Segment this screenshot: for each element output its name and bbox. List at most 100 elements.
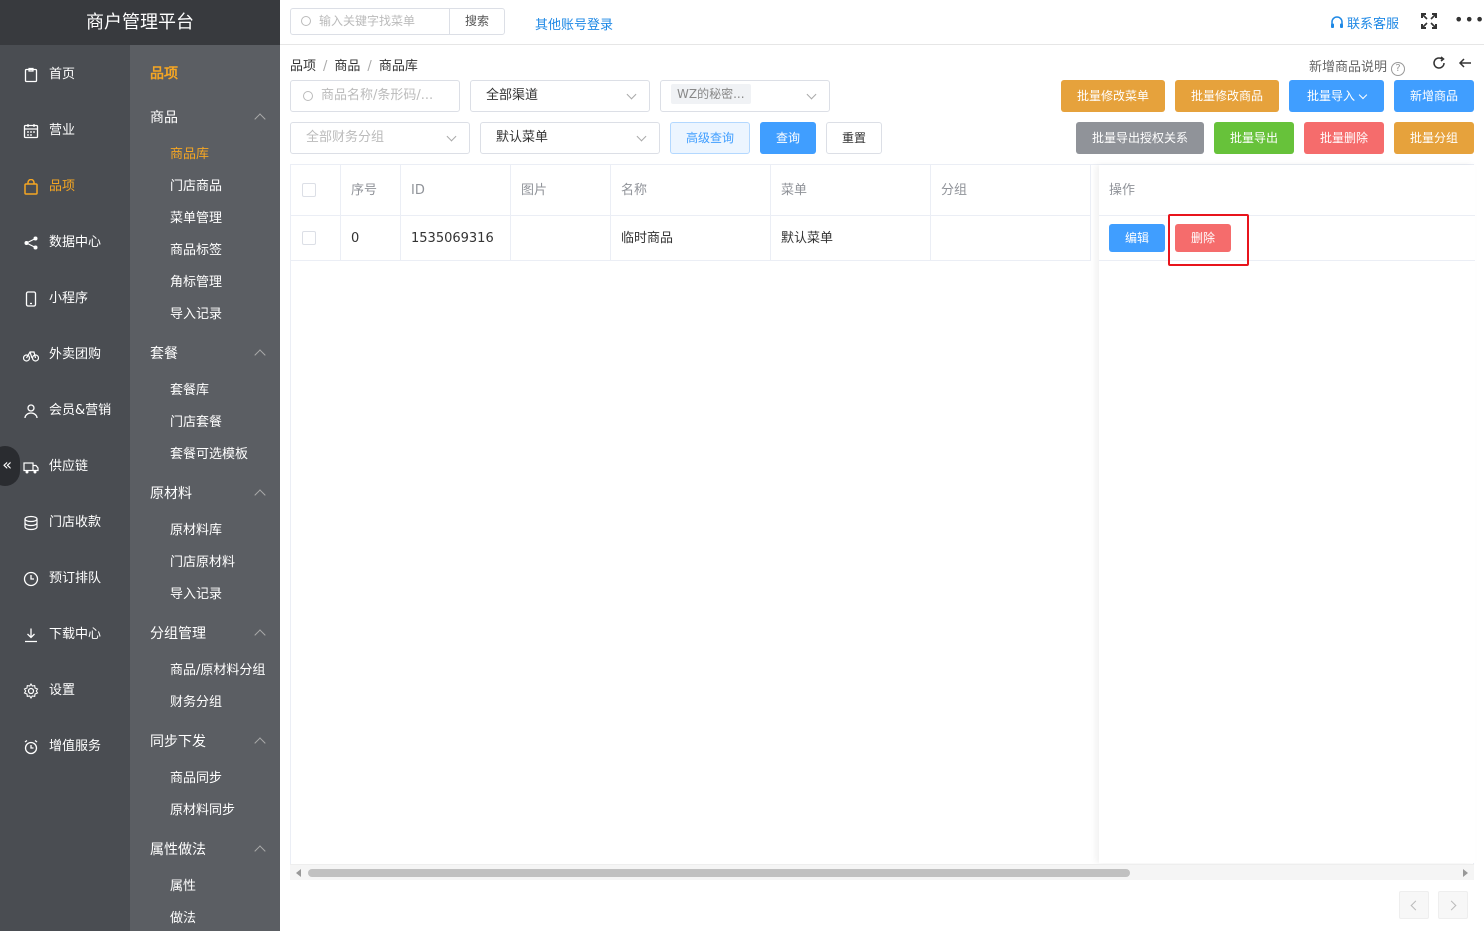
bike-icon (23, 347, 39, 363)
fullscreen-icon[interactable] (1420, 12, 1438, 30)
add-goods-help-link[interactable]: 新增商品说明? (1309, 56, 1406, 76)
column-header-name: 名称 (611, 165, 771, 216)
chevron-up-icon[interactable] (254, 113, 266, 125)
finance-group-select[interactable]: 全部财务分组 (290, 122, 470, 154)
nav-item-5[interactable]: 外卖团购 (0, 327, 130, 383)
app-root: 商户管理平台 首页 营业 品项 数据中心 小程序 外卖团购 会员&营销 供应链 门店收款 预订排队… (0, 0, 1484, 931)
row-checkbox[interactable] (302, 231, 316, 245)
subnav-item[interactable]: 导入记录 (170, 303, 222, 322)
table-horizontal-scrollbar[interactable] (290, 864, 1474, 880)
nav-item-1[interactable]: 营业 (0, 103, 130, 159)
query-button[interactable]: 查询 (760, 122, 816, 154)
subnav-item[interactable]: 导入记录 (170, 583, 222, 602)
reset-button[interactable]: 重置 (826, 122, 882, 154)
goods-table: 序号 ID 图片 名称 菜单 分组 0 1535069316 临时商品 默认菜单… (290, 164, 1475, 880)
add-goods-help-label: 新增商品说明 (1309, 60, 1388, 75)
chevron-up-icon[interactable] (254, 349, 266, 361)
download-icon (23, 627, 39, 643)
advanced-query-button[interactable]: 高级查询 (670, 122, 750, 154)
subnav-item[interactable]: 原材料同步 (170, 799, 235, 818)
primary-sidebar: 首页 营业 品项 数据中心 小程序 外卖团购 会员&营销 供应链 门店收款 预订排队 下载中心 设置增… (0, 45, 130, 931)
truck-icon (23, 459, 39, 475)
subnav-group-3[interactable]: 分组管理 (150, 623, 206, 643)
scroll-right-arrow-icon[interactable] (1463, 869, 1468, 877)
select-all-checkbox[interactable] (302, 183, 316, 197)
batch-edit-goods-button[interactable]: 批量修改商品 (1175, 80, 1279, 112)
subnav-item[interactable]: 门店套餐 (170, 411, 222, 430)
subnav-group-1[interactable]: 套餐 (150, 343, 178, 363)
channel-select-value: 全部渠道 (486, 88, 539, 103)
contact-support-label: 联系客服 (1347, 17, 1400, 32)
chevron-up-icon[interactable] (254, 737, 266, 749)
subnav-group-4[interactable]: 同步下发 (150, 731, 206, 751)
nav-item-9[interactable]: 预订排队 (0, 551, 130, 607)
search-icon (303, 91, 313, 101)
nav-item-12[interactable]: 增值服务 (0, 719, 130, 775)
subnav-item[interactable]: 菜单管理 (170, 207, 222, 226)
next-page-button[interactable] (1438, 891, 1468, 919)
subnav-item[interactable]: 套餐库 (170, 379, 209, 398)
channel-select[interactable]: 全部渠道 (470, 80, 650, 112)
help-circle-icon: ? (1391, 62, 1406, 76)
nav-item-3[interactable]: 数据中心 (0, 215, 130, 271)
nav-item-6[interactable]: 会员&营销 (0, 383, 130, 439)
contact-support-link[interactable]: 联系客服 (1330, 13, 1399, 32)
menu-select[interactable]: 默认菜单 (480, 122, 660, 154)
scrollbar-thumb[interactable] (308, 869, 1130, 877)
collapse-sidebar-button[interactable]: « (0, 446, 20, 486)
breadcrumb-item[interactable]: 品项 (290, 59, 316, 74)
subnav-item[interactable]: 角标管理 (170, 271, 222, 290)
batch-delete-button[interactable]: 批量删除 (1304, 122, 1384, 154)
batch-export-button[interactable]: 批量导出 (1214, 122, 1294, 154)
batch-import-button[interactable]: 批量导入 (1289, 80, 1384, 112)
edit-button[interactable]: 编辑 (1109, 224, 1165, 252)
add-goods-button[interactable]: 新增商品 (1394, 80, 1474, 112)
nav-item-0[interactable]: 首页 (0, 47, 130, 103)
column-header-index: 序号 (341, 165, 401, 216)
subnav-item[interactable]: 商品同步 (170, 767, 222, 786)
subnav-item[interactable]: 商品标签 (170, 239, 222, 258)
coins-icon (23, 515, 39, 531)
subnav-item[interactable]: 属性 (170, 875, 196, 894)
nav-item-2[interactable]: 品项 (0, 159, 130, 215)
chevron-up-icon[interactable] (254, 489, 266, 501)
gear-icon (23, 683, 39, 699)
subnav-item[interactable]: 门店商品 (170, 175, 222, 194)
nav-item-11[interactable]: 设置 (0, 663, 130, 719)
nav-item-10[interactable]: 下载中心 (0, 607, 130, 663)
scroll-left-arrow-icon[interactable] (296, 869, 301, 877)
chevron-up-icon[interactable] (254, 845, 266, 857)
table-row-actions: 编辑 删除 (1099, 216, 1475, 261)
breadcrumb-item[interactable]: 商品 (334, 59, 360, 74)
chevron-up-icon[interactable] (254, 629, 266, 641)
shopping-bag-icon (23, 179, 39, 195)
batch-edit-menu-button[interactable]: 批量修改菜单 (1061, 80, 1165, 112)
subnav-item[interactable]: 商品/原材料分组 (170, 659, 265, 678)
store-select[interactable]: WZ的秘密... (660, 80, 830, 112)
nav-item-4[interactable]: 小程序 (0, 271, 130, 327)
subnav-group-2[interactable]: 原材料 (150, 483, 192, 503)
subnav-group-5[interactable]: 属性做法 (150, 839, 206, 859)
cell-menu: 默认菜单 (771, 216, 931, 261)
subnav-item[interactable]: 商品库 (170, 143, 209, 162)
more-options-icon[interactable]: ••• (1454, 10, 1484, 29)
menu-search-input[interactable]: 输入关键字找菜单 (290, 8, 450, 35)
prev-page-button[interactable] (1399, 891, 1429, 919)
subnav-item[interactable]: 原材料库 (170, 519, 222, 538)
subnav-item[interactable]: 做法 (170, 907, 196, 926)
menu-search-button[interactable]: 搜索 (449, 8, 505, 35)
subnav-item[interactable]: 门店原材料 (170, 551, 235, 570)
secondary-sidebar-title: 品项 (150, 66, 178, 82)
subnav-item[interactable]: 财务分组 (170, 691, 222, 710)
refresh-icon[interactable] (1432, 56, 1446, 70)
back-arrow-icon[interactable] (1458, 56, 1472, 70)
nav-item-label: 增值服务 (49, 739, 102, 754)
subnav-item[interactable]: 套餐可选模板 (170, 443, 248, 462)
cell-group (931, 216, 1091, 261)
other-account-login-link[interactable]: 其他账号登录 (535, 14, 613, 33)
batch-export-auth-button[interactable]: 批量导出授权关系 (1076, 122, 1204, 154)
goods-name-search-input[interactable]: 商品名称/条形码/... (290, 80, 460, 112)
nav-item-8[interactable]: 门店收款 (0, 495, 130, 551)
batch-group-button[interactable]: 批量分组 (1394, 122, 1474, 154)
subnav-group-0[interactable]: 商品 (150, 107, 178, 127)
